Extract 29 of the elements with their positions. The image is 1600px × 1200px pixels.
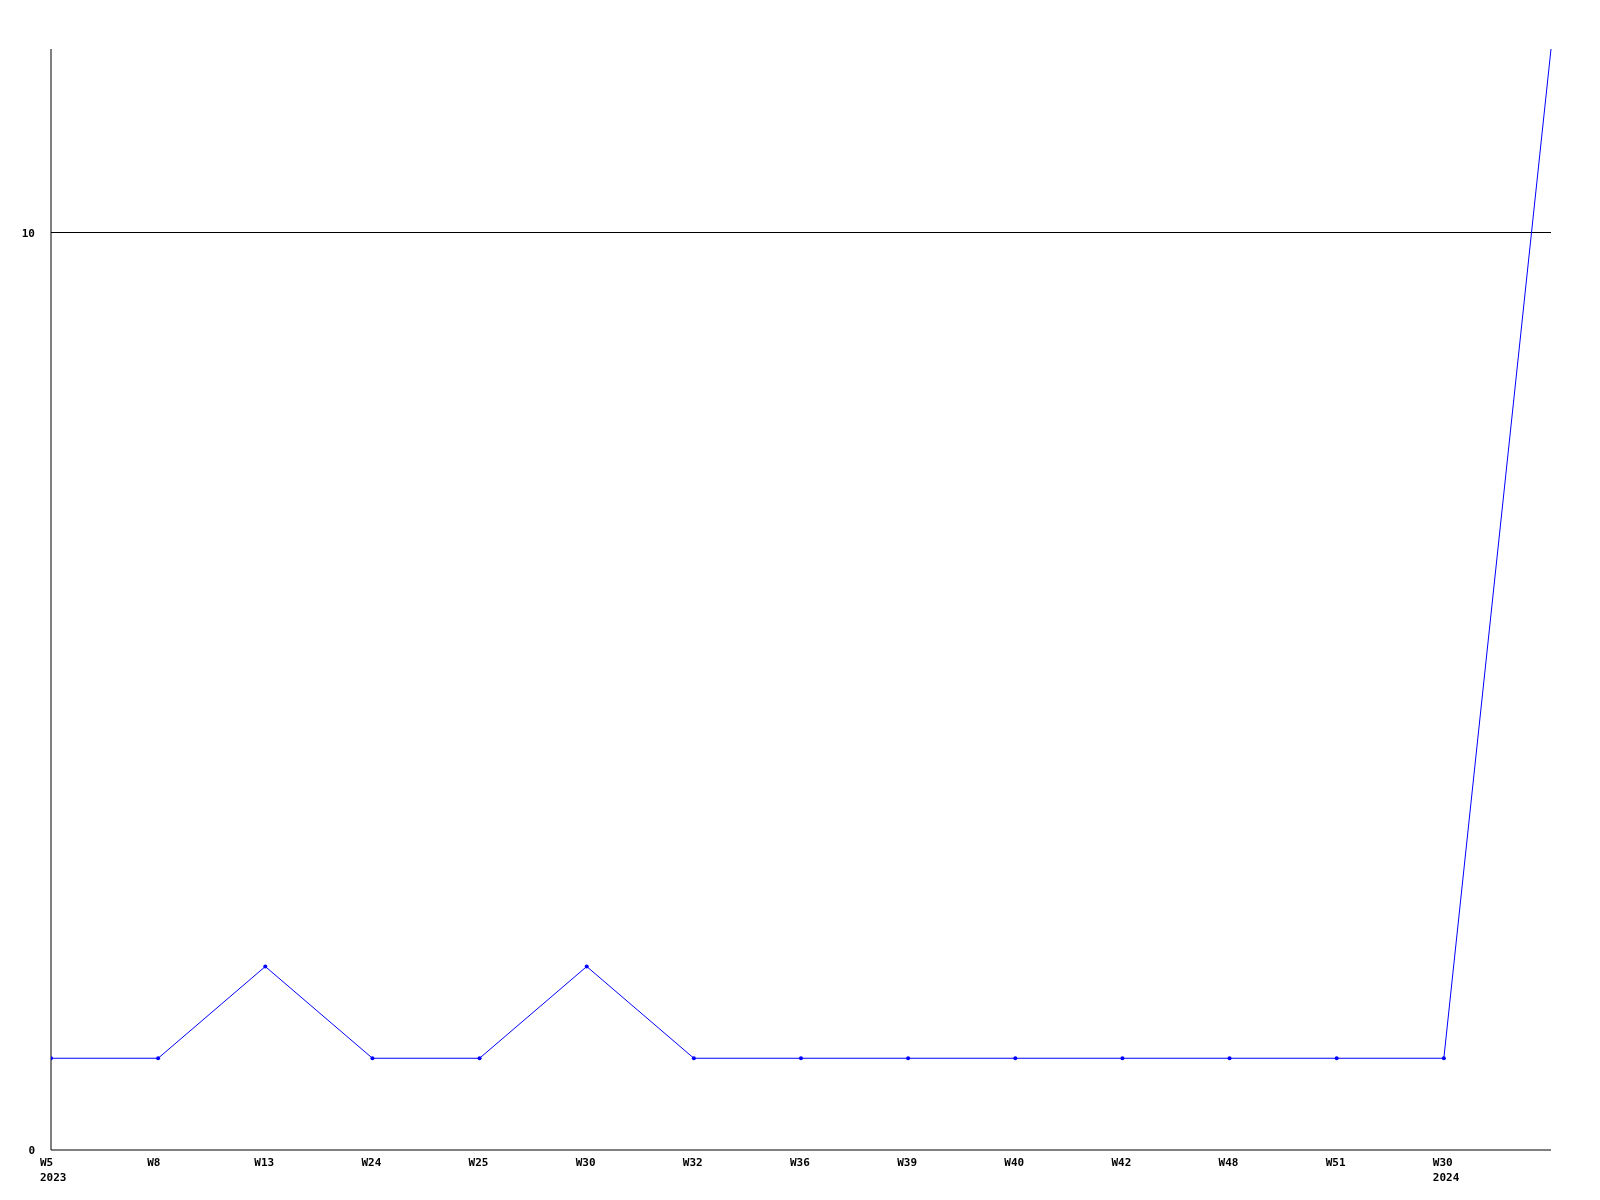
x-tick-label: W51 [1325, 1156, 1346, 1169]
data-point [1227, 1056, 1232, 1061]
data-point [906, 1056, 911, 1061]
data-point [156, 1056, 161, 1061]
x-tick-label: W25 [468, 1156, 489, 1169]
x-tick-label: W48 [1218, 1156, 1239, 1169]
data-point [1441, 1056, 1446, 1061]
data-point [1334, 1056, 1339, 1061]
x-tick-label: W5 2023 [40, 1156, 67, 1184]
data-point [1120, 1056, 1125, 1061]
x-tick-label: W42 [1111, 1156, 1132, 1169]
y-tick-label: 0 [28, 1144, 35, 1157]
x-tick-label: W24 [361, 1156, 382, 1169]
x-tick-label: W8 [147, 1156, 161, 1169]
x-tick-label: W13 [254, 1156, 275, 1169]
y-tick-label: 10 [21, 226, 35, 240]
x-tick-label: W39 [897, 1156, 917, 1169]
data-point [1013, 1056, 1018, 1061]
data-point [799, 1056, 803, 1061]
data-point [477, 1056, 482, 1061]
data-point [263, 964, 268, 969]
x-tick-label: W30 2024 [1432, 1156, 1460, 1184]
x-tick-label: W32 [682, 1156, 703, 1169]
data-point [584, 964, 589, 969]
x-tick-label: W30 [575, 1156, 596, 1169]
x-tick-label: W36 [790, 1156, 810, 1169]
data-point [370, 1056, 375, 1061]
data-point [691, 1056, 696, 1061]
x-tick-label: W40 [1004, 1156, 1025, 1169]
